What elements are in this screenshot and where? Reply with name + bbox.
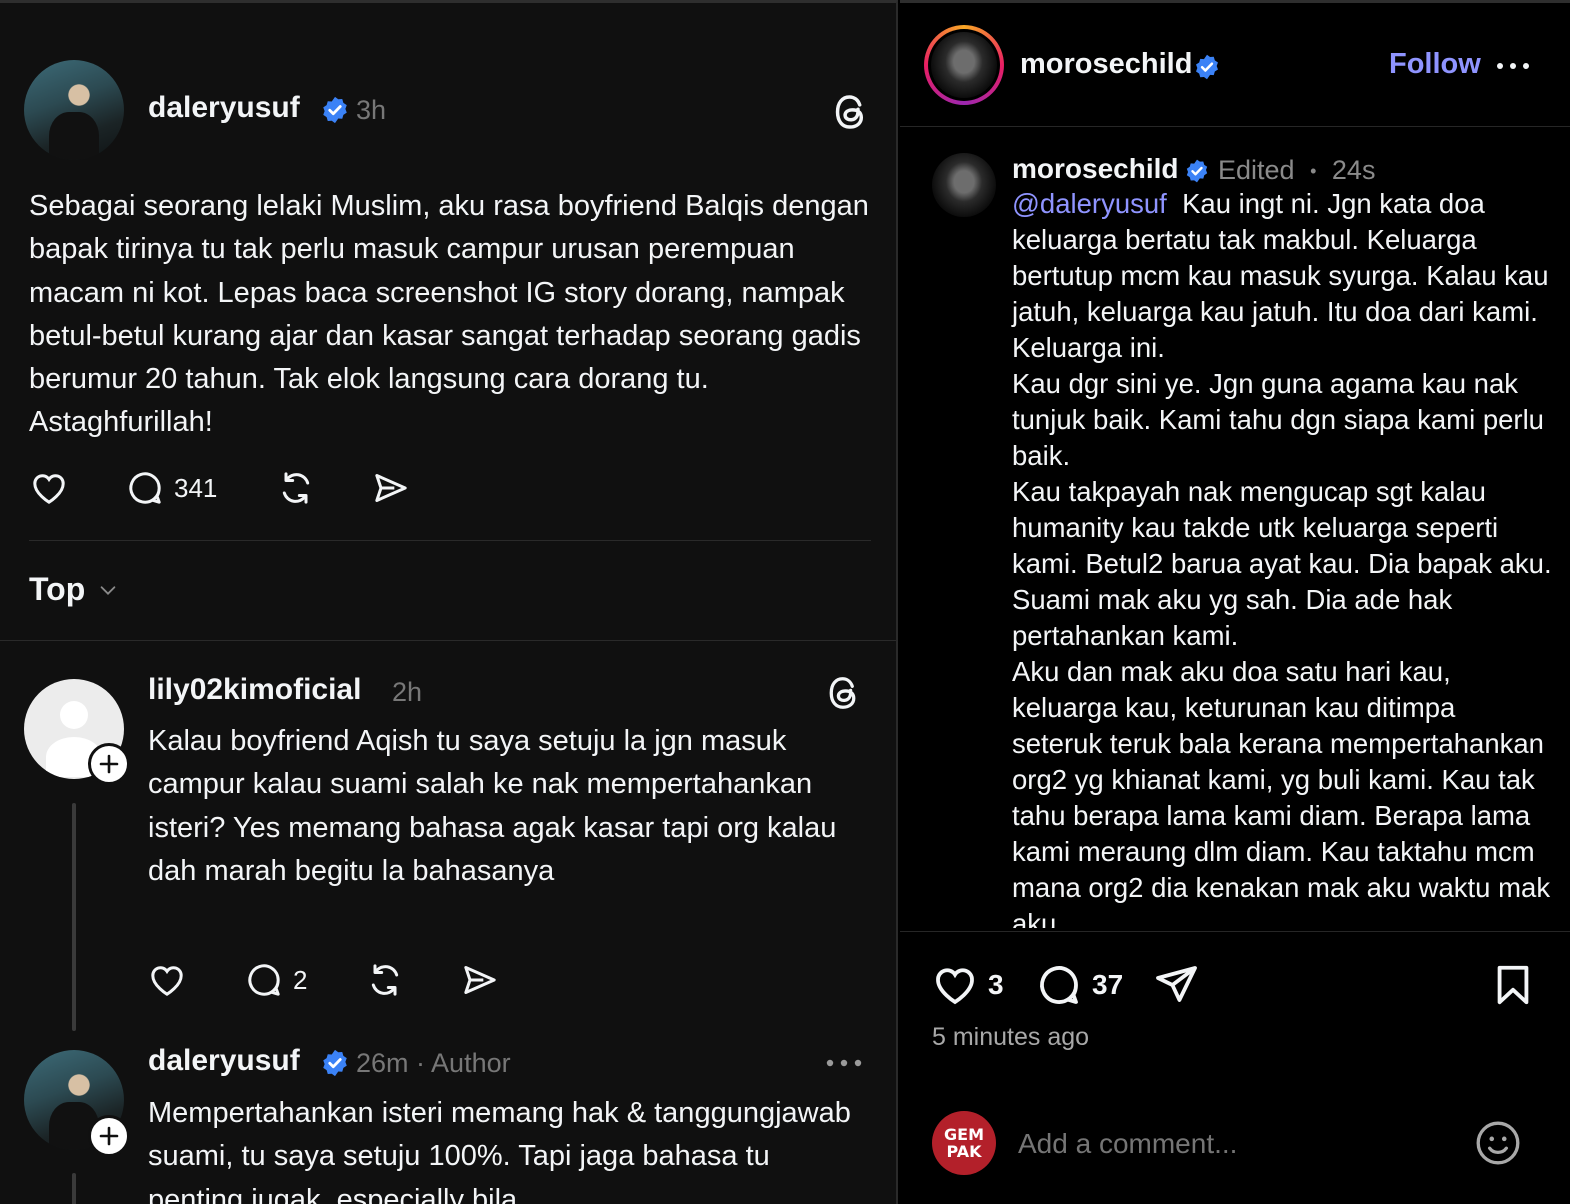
post-username[interactable]: daleryusuf (148, 91, 300, 125)
avatar (931, 32, 997, 98)
repost-button[interactable] (364, 960, 406, 1000)
reply-time: 2h (392, 677, 423, 707)
chevron-down-icon (100, 585, 116, 595)
edited-label: Edited (1218, 155, 1295, 185)
divider (29, 540, 871, 541)
comment-input[interactable] (1018, 1121, 1448, 1167)
share-button[interactable] (459, 960, 501, 1000)
divider (900, 931, 1570, 932)
reply-text: Mempertahankan isteri memang hak & tangg… (148, 1097, 851, 1204)
verified-badge-icon (1196, 54, 1218, 80)
comment-username[interactable]: morosechild (1012, 153, 1178, 185)
save-button[interactable] (1490, 961, 1536, 1009)
like-count: 3 (988, 969, 1004, 1000)
plus-icon (99, 754, 119, 774)
like-button[interactable] (146, 960, 188, 1000)
follow-plus-button[interactable] (88, 1115, 130, 1157)
repost-icon (371, 964, 399, 996)
comment-icon (129, 472, 161, 504)
send-icon (1156, 966, 1197, 1002)
share-button[interactable] (1152, 961, 1202, 1009)
comment-meta: Edited • 24s (1218, 155, 1375, 186)
reply-username[interactable]: daleryusuf (148, 1044, 300, 1078)
send-icon (464, 966, 496, 994)
reply-button[interactable]: 341 (124, 468, 217, 508)
repost-button[interactable] (275, 468, 317, 508)
more-options-icon[interactable] (1496, 57, 1530, 75)
share-button[interactable] (370, 468, 412, 508)
reply-time: 26m · Author (356, 1048, 511, 1079)
instagram-panel: morosechild Follow morosechild Edited • … (900, 0, 1570, 1204)
heart-icon (33, 474, 65, 504)
reply-text: Kalau boyfriend Aqish tu saya setuju la … (148, 725, 837, 887)
avatar[interactable] (24, 60, 124, 160)
thread-line (72, 803, 76, 1031)
thread-line (72, 1173, 76, 1204)
post-time: 3h (356, 95, 387, 125)
divider (900, 126, 1570, 127)
reply-count: 2 (293, 964, 308, 995)
author-tag: · Author (416, 1048, 511, 1078)
like-button[interactable]: 3 (930, 961, 1004, 1009)
avatar[interactable] (932, 153, 996, 217)
sort-label: Top (29, 571, 86, 607)
post-timestamp: 5 minutes ago (932, 1023, 1090, 1051)
story-ring[interactable] (924, 25, 1004, 105)
verified-badge-icon (323, 96, 347, 124)
reply-button[interactable]: 2 (243, 960, 307, 1000)
post-text: Sebagai seorang lelaki Muslim, aku rasa … (29, 190, 869, 439)
plus-icon (99, 1126, 119, 1146)
send-icon (375, 474, 407, 502)
avatar: GEM PAK (932, 1111, 996, 1175)
comment-button[interactable]: 37 (1034, 961, 1123, 1009)
verified-badge-icon (1186, 159, 1208, 183)
reply-time-value: 26m (356, 1048, 409, 1078)
follow-button[interactable]: Follow (1389, 48, 1481, 81)
sort-dropdown[interactable]: Top (29, 571, 121, 608)
threads-logo-icon[interactable] (826, 673, 862, 713)
comment-icon (248, 964, 280, 996)
emoji-icon[interactable] (1473, 1118, 1523, 1168)
like-button[interactable] (28, 468, 70, 508)
comment-count: 37 (1092, 969, 1124, 1000)
reply-username[interactable]: lily02kimoficial (148, 673, 361, 707)
threads-panel: daleryusuf 3h Sebagai seorang lelaki Mus… (0, 0, 898, 1204)
comment-icon (1040, 966, 1078, 1004)
divider (0, 640, 896, 641)
repost-icon (282, 472, 310, 504)
follow-plus-button[interactable] (88, 743, 130, 785)
verified-badge-icon (323, 1049, 347, 1077)
separator-dot: • (1310, 161, 1317, 182)
brand-logo: GEM PAK (944, 1125, 984, 1161)
header-username[interactable]: morosechild (1020, 48, 1192, 81)
heart-icon (936, 968, 974, 1005)
comment-time: 24s (1331, 155, 1376, 185)
heart-icon (151, 966, 183, 996)
reply-count: 341 (174, 472, 218, 503)
threads-logo-icon[interactable] (832, 91, 870, 133)
more-options-icon[interactable] (824, 1053, 864, 1073)
bookmark-icon (1497, 965, 1529, 1005)
